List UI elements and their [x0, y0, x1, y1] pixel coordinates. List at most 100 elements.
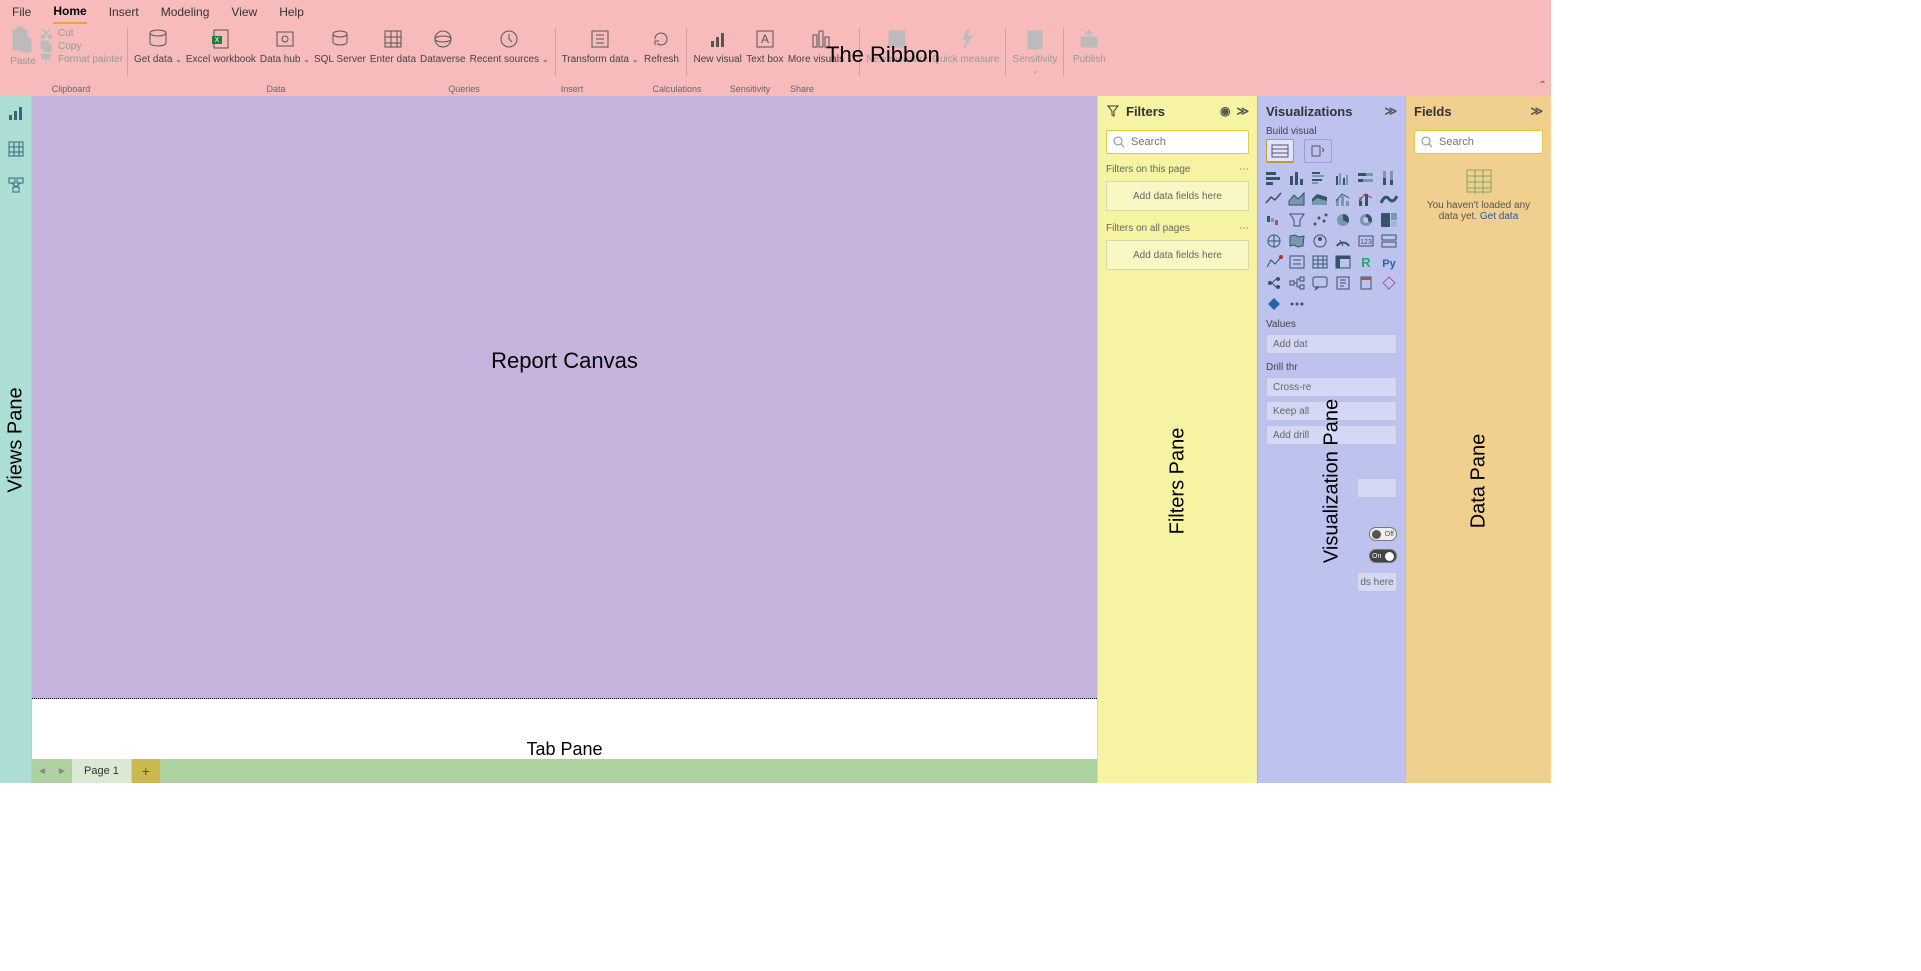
refresh-button[interactable]: Refresh: [640, 26, 682, 65]
new-visual-button[interactable]: New visual: [691, 26, 743, 65]
cross-report-toggle[interactable]: Off: [1369, 527, 1397, 541]
group-data: Get data ⌄ X Excel workbook Data hub ⌄ S…: [132, 26, 551, 84]
sensitivity-icon: [1022, 26, 1048, 52]
viz-100-stacked-bar-icon[interactable]: [1356, 169, 1376, 187]
page-tab-1[interactable]: Page 1: [72, 759, 132, 783]
viz-key-influencers-icon[interactable]: [1264, 274, 1284, 292]
data-view-button[interactable]: [5, 138, 27, 160]
viz-pie-icon[interactable]: [1333, 211, 1353, 229]
keep-all-toggle[interactable]: On: [1369, 549, 1397, 563]
viz-matrix-icon[interactable]: [1333, 253, 1353, 271]
text-box-button[interactable]: A Text box: [744, 26, 786, 65]
viz-line-icon[interactable]: [1264, 190, 1284, 208]
collapse-ribbon-button[interactable]: ˆ: [1540, 78, 1545, 94]
viz-card-icon[interactable]: 123: [1356, 232, 1376, 250]
sql-server-button[interactable]: SQL Server: [312, 26, 368, 65]
viz-gauge-icon[interactable]: [1333, 232, 1353, 250]
recent-sources-button[interactable]: Recent sources ⌄: [468, 26, 551, 65]
viz-azure-map-icon[interactable]: [1310, 232, 1330, 250]
tab-view[interactable]: View: [231, 1, 257, 23]
tab-prev-button[interactable]: ◄: [32, 759, 52, 783]
viz-more-icon[interactable]: [1287, 295, 1307, 313]
viz-scatter-icon[interactable]: [1310, 211, 1330, 229]
ribbon-annotation: The Ribbon: [826, 42, 940, 68]
viz-clustered-column-icon[interactable]: [1333, 169, 1353, 187]
viz-stacked-column-icon[interactable]: [1287, 169, 1307, 187]
paste-button[interactable]: Paste: [6, 26, 40, 67]
filters-search[interactable]: [1106, 130, 1249, 154]
collapse-viz-icon[interactable]: ≫: [1384, 104, 1397, 118]
viz-r-icon[interactable]: R: [1356, 253, 1376, 271]
viz-kpi-icon[interactable]: [1264, 253, 1284, 271]
viz-decomposition-tree-icon[interactable]: [1287, 274, 1307, 292]
viz-treemap-icon[interactable]: [1379, 211, 1399, 229]
publish-icon: [1076, 26, 1102, 52]
report-canvas[interactable]: Report Canvas: [32, 96, 1097, 759]
tab-next-button[interactable]: ►: [52, 759, 72, 783]
viz-multi-row-card-icon[interactable]: [1379, 232, 1399, 250]
no-data-message: You haven't loaded any data yet. Get dat…: [1406, 200, 1551, 222]
tab-help[interactable]: Help: [279, 1, 304, 23]
text-box-icon: A: [752, 26, 778, 52]
viz-line-stacked-column-icon[interactable]: [1356, 190, 1376, 208]
cut-button[interactable]: Cut: [40, 27, 123, 39]
tab-file[interactable]: File: [12, 1, 31, 23]
build-visual-tab[interactable]: [1266, 139, 1294, 163]
copy-button[interactable]: Copy: [40, 40, 123, 52]
tab-insert[interactable]: Insert: [109, 1, 139, 23]
quick-measure-button[interactable]: Quick measure: [930, 26, 1001, 65]
viz-donut-icon[interactable]: [1356, 211, 1376, 229]
filters-search-input[interactable]: [1131, 136, 1273, 148]
show-hide-icon[interactable]: ◉: [1220, 104, 1230, 118]
enter-data-button[interactable]: Enter data: [368, 26, 418, 65]
filters-all-pages-dropzone[interactable]: Add data fields here: [1106, 240, 1249, 270]
viz-funnel-icon[interactable]: [1287, 211, 1307, 229]
add-page-button[interactable]: +: [132, 759, 160, 783]
model-view-button[interactable]: [5, 174, 27, 196]
viz-python-icon[interactable]: Py: [1379, 253, 1399, 271]
values-dropzone[interactable]: Add dat: [1266, 334, 1397, 354]
get-data-button[interactable]: Get data ⌄: [132, 26, 184, 65]
viz-100-stacked-column-icon[interactable]: [1379, 169, 1399, 187]
format-painter-button[interactable]: Format painter: [40, 53, 123, 65]
dataverse-button[interactable]: Dataverse: [418, 26, 468, 65]
data-hub-button[interactable]: Data hub ⌄: [258, 26, 312, 65]
collapse-fields-icon[interactable]: ≫: [1530, 104, 1543, 118]
sensitivity-button[interactable]: Sensitivity⌄: [1010, 26, 1059, 76]
tabbar-annotation: Tab Pane: [526, 739, 602, 760]
viz-arcgis-icon[interactable]: [1379, 274, 1399, 292]
viz-map-icon[interactable]: [1264, 232, 1284, 250]
viz-waterfall-icon[interactable]: [1264, 211, 1284, 229]
fields-search[interactable]: [1414, 130, 1543, 154]
viz-line-clustered-column-icon[interactable]: [1333, 190, 1353, 208]
more-icon[interactable]: ⋯: [1239, 223, 1249, 234]
tab-modeling[interactable]: Modeling: [161, 1, 210, 23]
viz-stacked-area-icon[interactable]: [1310, 190, 1330, 208]
format-painter-icon: [40, 53, 54, 65]
viz-area-icon[interactable]: [1287, 190, 1307, 208]
viz-stacked-bar-icon[interactable]: [1264, 169, 1284, 187]
values-right-box[interactable]: [1357, 478, 1397, 498]
viz-table-icon[interactable]: [1310, 253, 1330, 271]
viz-filled-map-icon[interactable]: [1287, 232, 1307, 250]
viz-qa-icon[interactable]: [1310, 274, 1330, 292]
tab-home[interactable]: Home: [53, 0, 86, 24]
viz-ribbon-icon[interactable]: [1379, 190, 1399, 208]
group-label-insert: Insert: [512, 84, 632, 94]
transform-data-button[interactable]: Transform data ⌄: [560, 26, 641, 65]
filters-this-page-dropzone[interactable]: Add data fields here: [1106, 181, 1249, 211]
drill-right-box[interactable]: ds here: [1357, 572, 1397, 592]
collapse-filters-icon[interactable]: ≫: [1236, 104, 1249, 118]
publish-button[interactable]: Publish: [1068, 26, 1110, 65]
more-icon[interactable]: ⋯: [1239, 164, 1249, 175]
fields-search-input[interactable]: [1439, 136, 1581, 148]
get-data-link[interactable]: Get data: [1480, 211, 1518, 222]
viz-paginated-report-icon[interactable]: [1356, 274, 1376, 292]
viz-clustered-bar-icon[interactable]: [1310, 169, 1330, 187]
viz-power-apps-icon[interactable]: [1264, 295, 1284, 313]
viz-smart-narrative-icon[interactable]: [1333, 274, 1353, 292]
format-visual-tab[interactable]: [1304, 139, 1332, 163]
viz-slicer-icon[interactable]: [1287, 253, 1307, 271]
report-view-button[interactable]: [5, 102, 27, 124]
excel-workbook-button[interactable]: X Excel workbook: [184, 26, 258, 65]
